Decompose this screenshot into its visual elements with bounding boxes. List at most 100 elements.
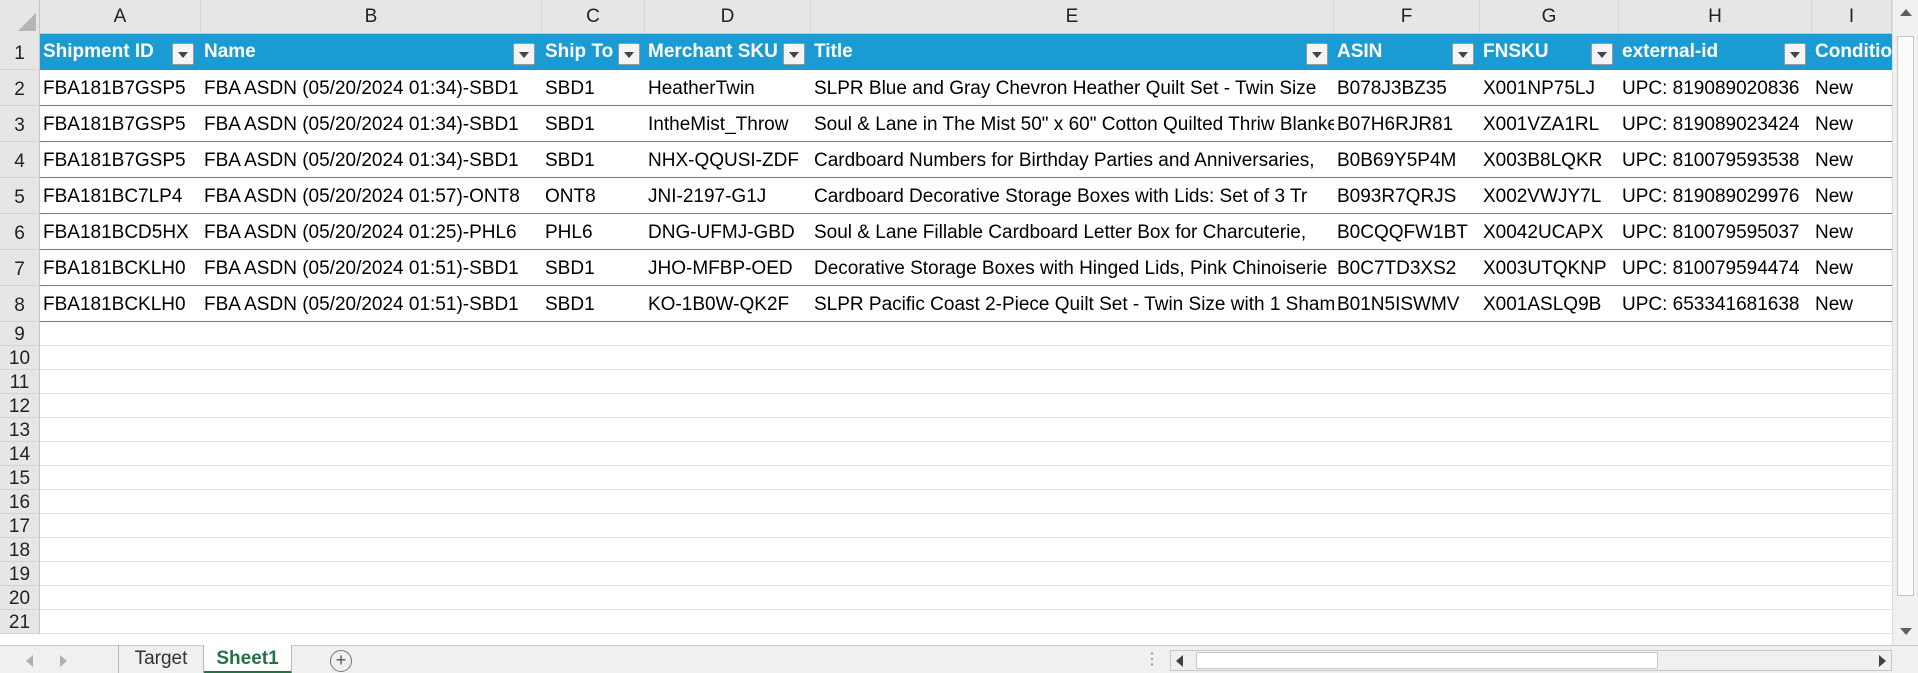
filter-dropdown-icon[interactable] [618,43,640,65]
scroll-down-icon[interactable] [1893,620,1918,644]
table-cell[interactable]: SLPR Pacific Coast 2-Piece Quilt Set - T… [811,286,1334,322]
table-cell[interactable]: X003B8LQKR [1480,142,1619,178]
filter-dropdown-icon[interactable] [172,43,194,65]
table-cell[interactable]: B0B69Y5P4M [1334,142,1480,178]
filter-dropdown-icon[interactable] [513,43,535,65]
table-cell[interactable]: DNG-UFMJ-GBD [645,214,811,250]
select-all-corner[interactable] [0,0,40,34]
row-header[interactable]: 11 [0,370,40,394]
column-header-e[interactable]: E [811,0,1334,34]
row-header[interactable]: 13 [0,418,40,442]
table-cell[interactable]: New [1812,106,1892,142]
row-header[interactable]: 4 [0,142,40,178]
scroll-left-icon[interactable] [1176,655,1183,667]
table-cell[interactable]: X003UTQKNP [1480,250,1619,286]
table-cell[interactable]: FBA181BCKLH0 [40,250,201,286]
filter-dropdown-icon[interactable] [1784,43,1806,65]
table-cell[interactable]: FBA ASDN (05/20/2024 01:51)-SBD1 [201,286,542,322]
table-cell[interactable]: UPC: 810079594474 [1619,250,1812,286]
table-cell[interactable]: SBD1 [542,142,645,178]
table-cell[interactable]: FBA ASDN (05/20/2024 01:34)-SBD1 [201,142,542,178]
vertical-scroll-thumb[interactable] [1897,36,1914,596]
table-cell[interactable]: X0042UCAPX [1480,214,1619,250]
row-header[interactable]: 15 [0,466,40,490]
table-cell[interactable]: X001VZA1RL [1480,106,1619,142]
table-cell[interactable]: B093R7QRJS [1334,178,1480,214]
row-header[interactable]: 9 [0,322,40,346]
table-cell[interactable]: Soul & Lane in The Mist 50" x 60" Cotton… [811,106,1334,142]
table-cell[interactable]: SBD1 [542,106,645,142]
row-header[interactable]: 5 [0,178,40,214]
row-header[interactable]: 17 [0,514,40,538]
table-cell[interactable]: FBA ASDN (05/20/2024 01:51)-SBD1 [201,250,542,286]
table-cell[interactable]: FBA181B7GSP5 [40,142,201,178]
table-cell[interactable]: X001NP75LJ [1480,70,1619,106]
table-cell[interactable]: SBD1 [542,70,645,106]
table-cell[interactable]: FBA181B7GSP5 [40,70,201,106]
row-header[interactable]: 7 [0,250,40,286]
table-cell[interactable]: New [1812,250,1892,286]
table-cell[interactable]: UPC: 819089020836 [1619,70,1812,106]
table-cell[interactable]: Decorative Storage Boxes with Hinged Lid… [811,250,1334,286]
table-cell[interactable]: UPC: 819089029976 [1619,178,1812,214]
table-cell[interactable]: KO-1B0W-QK2F [645,286,811,322]
table-cell[interactable]: SLPR Blue and Gray Chevron Heather Quilt… [811,70,1334,106]
table-cell[interactable]: SBD1 [542,250,645,286]
column-header-a[interactable]: A [40,0,201,34]
column-header-i[interactable]: I [1812,0,1892,34]
table-cell[interactable]: FBA ASDN (05/20/2024 01:34)-SBD1 [201,106,542,142]
table-cell[interactable]: UPC: 810079595037 [1619,214,1812,250]
table-header-cell[interactable]: Name [201,34,542,70]
sheet-tab-sheet1[interactable]: Sheet1 [204,645,292,673]
row-header[interactable]: 20 [0,586,40,610]
table-header-cell[interactable]: Title [811,34,1334,70]
filter-dropdown-icon[interactable] [783,43,805,65]
vertical-scrollbar[interactable] [1892,0,1918,645]
filter-dropdown-icon[interactable] [1452,43,1474,65]
table-cell[interactable]: B0C7TD3XS2 [1334,250,1480,286]
row-header[interactable]: 21 [0,610,40,634]
table-cell[interactable]: UPC: 810079593538 [1619,142,1812,178]
table-cell[interactable]: X001ASLQ9B [1480,286,1619,322]
row-header[interactable]: 19 [0,562,40,586]
column-header-h[interactable]: H [1619,0,1812,34]
column-header-c[interactable]: C [542,0,645,34]
table-cell[interactable]: New [1812,286,1892,322]
table-cell[interactable]: FBA181B7GSP5 [40,106,201,142]
table-cell[interactable]: FBA ASDN (05/20/2024 01:34)-SBD1 [201,70,542,106]
sheet-tab-target[interactable]: Target [118,645,204,673]
table-cell[interactable]: B0CQQFW1BT [1334,214,1480,250]
table-cell[interactable]: Cardboard Decorative Storage Boxes with … [811,178,1334,214]
table-header-cell[interactable]: Condition [1812,34,1892,70]
column-header-b[interactable]: B [201,0,542,34]
add-sheet-icon[interactable]: + [330,650,352,672]
table-cell[interactable]: ONT8 [542,178,645,214]
prev-sheet-icon[interactable] [26,655,33,667]
scroll-right-icon[interactable] [1879,655,1886,667]
table-cell[interactable]: FBA181BCD5HX [40,214,201,250]
row-header[interactable]: 10 [0,346,40,370]
table-cell[interactable]: PHL6 [542,214,645,250]
row-header[interactable]: 14 [0,442,40,466]
row-header[interactable]: 1 [0,34,40,70]
table-cell[interactable]: X002VWJY7L [1480,178,1619,214]
table-cell[interactable]: FBA ASDN (05/20/2024 01:25)-PHL6 [201,214,542,250]
row-header[interactable]: 3 [0,106,40,142]
row-header[interactable]: 12 [0,394,40,418]
next-sheet-icon[interactable] [60,655,67,667]
table-cell[interactable]: JHO-MFBP-OED [645,250,811,286]
table-cell[interactable]: B01N5ISWMV [1334,286,1480,322]
table-cell[interactable]: FBA181BCKLH0 [40,286,201,322]
table-cell[interactable]: HeatherTwin [645,70,811,106]
filter-dropdown-icon[interactable] [1306,43,1328,65]
row-header[interactable]: 16 [0,490,40,514]
tab-splitter-icon[interactable]: ⋮ [1144,649,1160,669]
table-cell[interactable]: New [1812,178,1892,214]
horizontal-scroll-thumb[interactable] [1196,652,1658,669]
column-header-d[interactable]: D [645,0,811,34]
row-header[interactable]: 6 [0,214,40,250]
table-cell[interactable]: FBA ASDN (05/20/2024 01:57)-ONT8 [201,178,542,214]
filter-dropdown-icon[interactable] [1591,43,1613,65]
row-header[interactable]: 2 [0,70,40,106]
table-cell[interactable]: UPC: 653341681638 [1619,286,1812,322]
